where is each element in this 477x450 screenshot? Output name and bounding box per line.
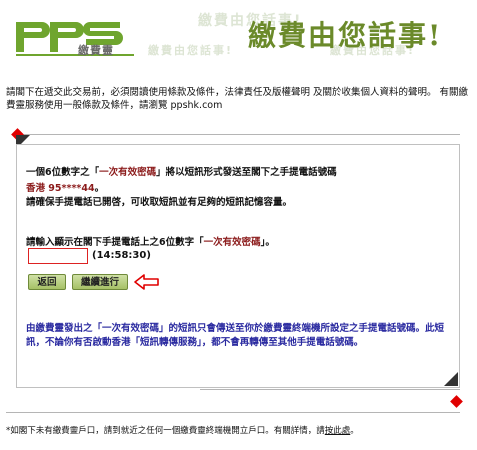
top-divider	[16, 134, 460, 135]
footer-divider	[6, 412, 460, 413]
header: 繳費靈 繳費由您話事! 繳費由您話事! 繳費由您話事! 繳費由您話事!	[0, 0, 477, 78]
otp-highlight: 一次有效密碼	[99, 167, 157, 178]
otp-info-line: 一個6位數字之「一次有效密碼」將以短訊形式發送至閣下之手提電話號碼	[26, 166, 446, 180]
continue-button[interactable]: 繼續進行	[72, 274, 128, 290]
phone-ready-notice: 請確保手提電話已開啓，可收取短訊並有足夠的短訊記憶容量。	[26, 197, 293, 208]
otp-timer: (14:58:30)	[92, 250, 151, 261]
footnote-suffix: 。	[350, 426, 359, 436]
terms-intro: 請閣下在遞交此交易前，必須閱讀使用條款及條件，法律責任及版權聲明 及關於收集個人…	[6, 87, 469, 111]
otp-info-prefix: 一個6位數字之「	[26, 167, 100, 178]
otp-prompt-prefix: 請輸入顯示在閣下手提電話上之6位數字「	[26, 237, 204, 248]
phone-number-value: 香港 95****44	[26, 183, 95, 194]
otp-info-suffix: 」將以短訊形式發送至閣下之手提電話號碼	[156, 167, 337, 178]
slogan-watermark: 繳費由您話事!	[148, 44, 234, 57]
otp-input[interactable]	[28, 248, 88, 264]
sms-notice: 由繳費靈發出之「一次有效密碼」的短訊只會傳送至你於繳費靈終端機所設定之手提電話號…	[26, 323, 445, 348]
otp-prompt-suffix: 」。	[260, 237, 275, 248]
footnote: *如閣下未有繳費靈戶口，請到就近之任何一個繳費靈終端機開立戶口。有關詳情，請按此…	[6, 424, 472, 436]
slogan: 繳費由您話事!	[248, 19, 443, 52]
footnote-text: *如閣下未有繳費靈戶口，請到就近之任何一個繳費靈終端機開立戶口。有關詳情，請	[6, 426, 325, 436]
phone-number: 香港 95****44。	[26, 180, 104, 194]
back-button[interactable]: 返回	[28, 274, 66, 290]
logo-subtitle: 繳費靈	[78, 44, 114, 57]
pps-logo-mark	[16, 22, 134, 56]
footnote-link[interactable]: 按此處	[325, 426, 351, 436]
phone-number-suffix: 。	[94, 183, 105, 194]
red-diamond-icon	[450, 395, 463, 408]
pps-logo	[14, 14, 134, 60]
otp-prompt: 請輸入顯示在閣下手提電話上之6位數字「一次有效密碼」。	[26, 234, 275, 248]
bottom-divider	[200, 389, 460, 390]
otp-prompt-highlight: 一次有效密碼	[203, 237, 261, 248]
corner-notch-icon	[444, 372, 458, 386]
arrow-left-icon	[134, 274, 159, 290]
